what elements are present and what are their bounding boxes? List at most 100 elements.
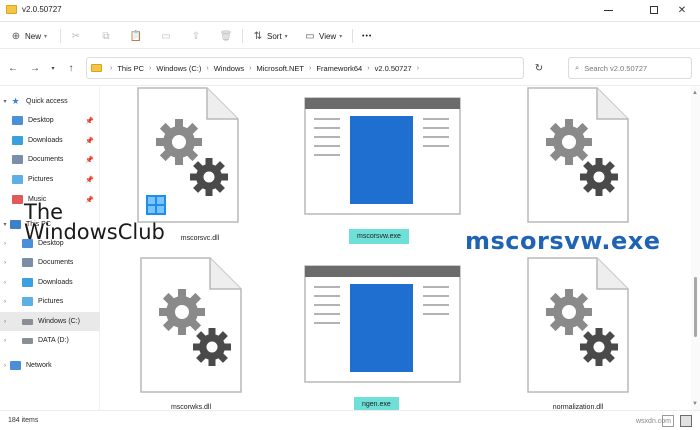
recent-locations-button[interactable]: ▾ — [46, 61, 60, 75]
file-item[interactable]: mscorsvw.exe — [304, 97, 461, 244]
window-title: v2.0.50727 — [22, 5, 62, 14]
chevron-right-icon: › — [416, 64, 420, 72]
search-input[interactable]: ⌕ Search v2.0.50727 — [568, 57, 692, 79]
navigation-pane: ▾ ★ Quick access Desktop 📌 Downloads 📌 D… — [0, 87, 100, 410]
file-item[interactable]: ngen.exe — [304, 265, 461, 412]
breadcrumb-item[interactable]: Windows (C:) — [156, 64, 201, 73]
search-icon: ⌕ — [575, 63, 580, 72]
sidebar-item-label: Desktop — [28, 117, 54, 124]
chevron-right-icon[interactable]: › — [0, 299, 10, 305]
rename-icon: ▭ — [161, 30, 171, 42]
file-item[interactable] — [527, 87, 629, 225]
sidebar-item-data-d[interactable]: › DATA (D:) — [0, 331, 100, 350]
chevron-right-icon: › — [309, 64, 312, 72]
breadcrumb-item[interactable]: Framework64 — [316, 64, 362, 73]
delete-button[interactable]: 🗑 — [219, 27, 233, 45]
refresh-button[interactable]: ↻ — [532, 61, 546, 75]
status-bar: 184 items — [0, 410, 700, 430]
sort-icon: ⇅ — [253, 30, 263, 42]
sort-button[interactable]: ⇅ Sort ▾ — [252, 27, 288, 45]
chevron-right-icon[interactable]: › — [0, 338, 10, 344]
sidebar-item-windows-c[interactable]: › Windows (C:) — [0, 312, 100, 331]
close-button[interactable]: ✕ — [668, 2, 696, 18]
chevron-right-icon[interactable]: › — [0, 260, 10, 266]
sidebar-item-downloads[interactable]: Downloads 📌 — [12, 131, 100, 150]
desktop-icon — [12, 116, 23, 125]
music-icon — [12, 195, 23, 204]
sidebar-item-documents-pc[interactable]: › Documents — [0, 253, 100, 272]
scroll-up-icon[interactable]: ▲ — [692, 90, 698, 96]
vertical-scrollbar[interactable]: ▲ ▼ — [691, 87, 700, 410]
minimize-button[interactable] — [594, 2, 622, 18]
toolbar-divider — [352, 29, 353, 43]
breadcrumb-item[interactable]: Microsoft.NET — [257, 64, 305, 73]
chevron-down-icon: ▾ — [284, 33, 288, 40]
plus-circle-icon: ⊕ — [11, 30, 21, 42]
pin-icon: 📌 — [85, 176, 94, 184]
documents-icon — [22, 258, 33, 267]
sidebar-item-label: DATA (D:) — [38, 337, 69, 344]
folder-icon — [91, 64, 102, 72]
large-icons-view-button[interactable] — [680, 415, 692, 427]
sidebar-item-downloads-pc[interactable]: › Downloads — [0, 273, 100, 292]
watermark-logo: The WindowsClub — [24, 202, 165, 243]
navigation-bar: ← → ▾ ↑ › This PC › Windows (C:) › Windo… — [0, 50, 700, 86]
computer-icon — [10, 220, 21, 229]
view-icon: ▭ — [305, 30, 315, 42]
sidebar-item-documents[interactable]: Documents 📌 — [12, 150, 100, 169]
new-label: New — [25, 31, 42, 41]
view-label: View — [319, 31, 337, 41]
more-options-button[interactable]: ••• — [362, 27, 372, 45]
maximize-button[interactable] — [640, 2, 668, 18]
chevron-right-icon[interactable]: › — [0, 280, 10, 286]
back-button[interactable]: ← — [6, 61, 20, 75]
documents-icon — [12, 155, 23, 164]
dll-file-icon — [140, 257, 242, 393]
scissors-icon: ✂ — [71, 30, 81, 42]
trash-icon: 🗑 — [219, 30, 233, 42]
up-button[interactable]: ↑ — [64, 61, 78, 75]
chevron-right-icon: › — [149, 64, 152, 72]
address-bar[interactable]: › This PC › Windows (C:) › Windows › Mic… — [86, 57, 524, 79]
view-button[interactable]: ▭ View ▾ — [304, 27, 342, 45]
sidebar-item-quick-access[interactable]: ▾ ★ Quick access — [0, 92, 100, 111]
pictures-icon — [12, 175, 23, 184]
pin-icon: 📌 — [85, 156, 94, 164]
sort-label: Sort — [267, 31, 282, 41]
new-button[interactable]: ⊕ New ▾ — [10, 27, 47, 45]
file-item[interactable]: mscorwks.dll — [140, 257, 242, 411]
breadcrumb-item[interactable]: v2.0.50727 — [375, 64, 412, 73]
chevron-right-icon: › — [249, 64, 252, 72]
chevron-down-icon[interactable]: ▾ — [0, 221, 10, 228]
copy-button[interactable]: ⧉ — [100, 27, 112, 45]
rename-button[interactable]: ▭ — [160, 27, 172, 45]
share-button[interactable]: ⇪ — [190, 27, 202, 45]
scroll-down-icon[interactable]: ▼ — [692, 401, 698, 407]
sidebar-item-pictures-pc[interactable]: › Pictures — [0, 292, 100, 311]
scroll-thumb[interactable] — [694, 277, 697, 337]
watermark-logo-line2: WindowsClub — [24, 220, 165, 244]
chevron-down-icon[interactable]: ▾ — [0, 98, 10, 105]
breadcrumb-item[interactable]: Windows — [214, 64, 244, 73]
sidebar-item-label: Downloads — [38, 279, 73, 286]
star-icon: ★ — [11, 96, 20, 106]
cut-button[interactable]: ✂ — [70, 27, 82, 45]
breadcrumb-item[interactable]: This PC — [117, 64, 144, 73]
sidebar-item-desktop[interactable]: Desktop 📌 — [12, 111, 100, 130]
file-item[interactable]: normalization.dll — [527, 257, 629, 411]
pin-icon: 📌 — [85, 137, 94, 145]
sidebar-item-label: Quick access — [26, 98, 68, 105]
sidebar-item-pictures[interactable]: Pictures 📌 — [12, 170, 100, 189]
arrow-up-icon: ↑ — [68, 62, 74, 74]
sidebar-item-label: Network — [26, 362, 52, 369]
toolbar-divider — [242, 29, 243, 43]
sidebar-item-label: Windows (C:) — [38, 318, 81, 325]
chevron-right-icon[interactable]: › — [0, 241, 10, 247]
chevron-right-icon[interactable]: › — [0, 319, 10, 325]
forward-button[interactable]: → — [28, 61, 42, 75]
share-icon: ⇪ — [191, 30, 201, 42]
sidebar-item-network[interactable]: › Network — [0, 356, 100, 375]
chevron-right-icon[interactable]: › — [0, 363, 10, 369]
toolbar-divider — [60, 29, 61, 43]
paste-button[interactable]: 📋 — [130, 27, 142, 45]
